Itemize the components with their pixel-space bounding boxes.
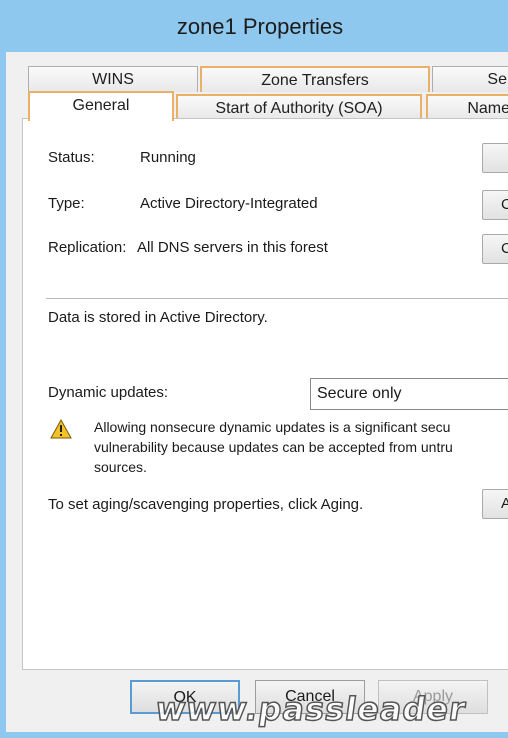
tab-zone-transfers[interactable]: Zone Transfers	[200, 66, 430, 92]
warning-line-1: Allowing nonsecure dynamic updates is a …	[94, 419, 451, 435]
cancel-button[interactable]: Cancel	[255, 680, 365, 714]
replication-value: All DNS servers in this forest	[137, 239, 328, 256]
warning-icon	[50, 419, 72, 439]
ok-button[interactable]: OK	[130, 680, 240, 714]
window-title: zone1 Properties	[176, 14, 344, 39]
dialog-frame: zone1 Properties WINS Zone Transfers Se …	[0, 0, 508, 738]
warning-line-3: sources.	[94, 459, 147, 475]
tab-start-of-authority[interactable]: Start of Authority (SOA)	[176, 94, 422, 120]
tab-security[interactable]: Se	[432, 66, 508, 92]
tab-name-servers[interactable]: Name	[426, 94, 508, 120]
dynamic-updates-label: Dynamic updates:	[48, 384, 169, 401]
pause-button[interactable]	[482, 143, 508, 173]
status-value: Running	[140, 149, 196, 166]
aging-button[interactable]: A	[482, 489, 508, 519]
warning-line-2: vulnerability because updates can be acc…	[94, 439, 453, 455]
change-type-button[interactable]: C	[482, 190, 508, 220]
aging-text: To set aging/scavenging properties, clic…	[48, 496, 364, 513]
status-label: Status:	[48, 149, 95, 166]
separator	[46, 298, 508, 300]
tab-wins[interactable]: WINS	[28, 66, 198, 92]
dynamic-updates-select[interactable]: Secure only	[310, 378, 508, 410]
change-replication-button[interactable]: C	[482, 234, 508, 264]
storage-text: Data is stored in Active Directory.	[48, 309, 268, 326]
tab-general[interactable]: General	[28, 91, 174, 121]
replication-label: Replication:	[48, 239, 127, 256]
type-label: Type:	[48, 195, 85, 212]
apply-button[interactable]: Apply	[378, 680, 488, 714]
type-value: Active Directory-Integrated	[140, 195, 318, 212]
